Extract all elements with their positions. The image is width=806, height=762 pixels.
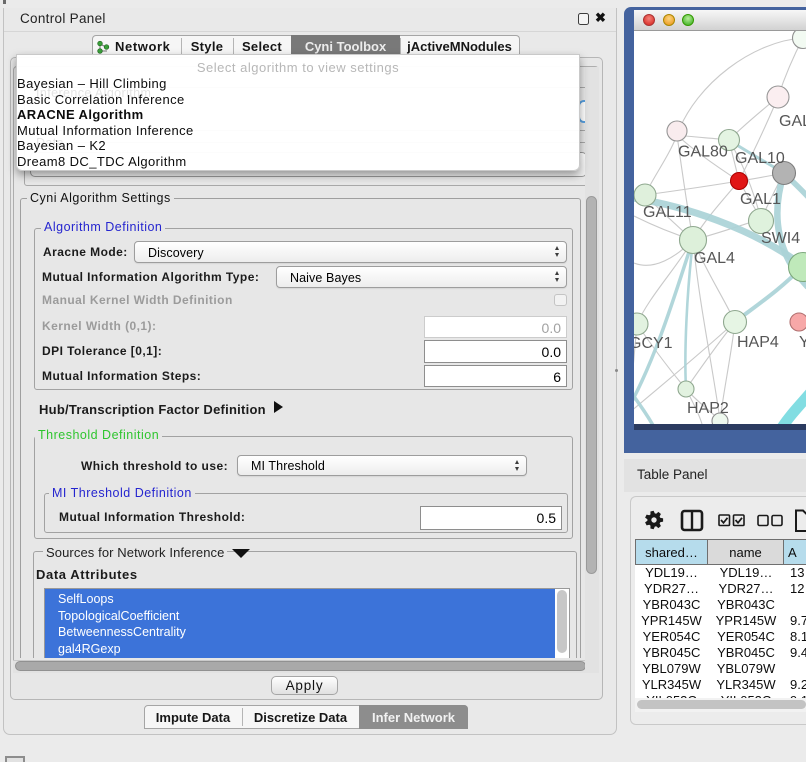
svg-text:GAL11: GAL11 bbox=[643, 204, 692, 221]
svg-text:GAL10: GAL10 bbox=[735, 150, 785, 167]
svg-text:GAL80: GAL80 bbox=[678, 144, 728, 161]
svg-text:HAP4: HAP4 bbox=[737, 334, 779, 351]
svg-text:Y: Y bbox=[799, 334, 806, 351]
svg-text:SWI4: SWI4 bbox=[761, 230, 800, 247]
svg-text:GCY1: GCY1 bbox=[634, 335, 673, 352]
svg-text:GAL: GAL bbox=[779, 113, 806, 130]
svg-text:GAL1: GAL1 bbox=[740, 191, 781, 208]
svg-text:HAP2: HAP2 bbox=[687, 400, 729, 417]
svg-text:GAL4: GAL4 bbox=[694, 250, 735, 267]
